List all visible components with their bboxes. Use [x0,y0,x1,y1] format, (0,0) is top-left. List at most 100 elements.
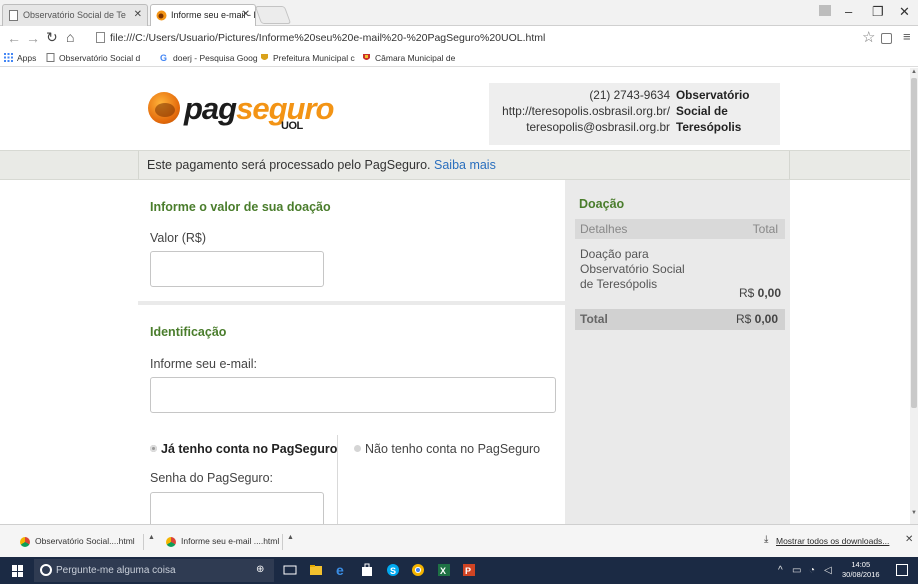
skype-icon[interactable]: S [386,563,400,577]
cortana-icon [40,564,52,576]
volume-icon[interactable]: ◁ [824,565,832,576]
pagseguro-favicon-icon [156,10,167,21]
address-bar: ← → ↻ ⌂ file:///C:/Users/Usuario/Picture… [0,26,918,50]
pagseguro-logo-icon [148,92,180,124]
total-label: Total [580,312,608,326]
microphone-icon[interactable]: ⊕ [256,564,264,575]
total-value: R$ 0,00 [735,312,778,326]
windows-start-icon[interactable] [12,565,24,577]
value-input[interactable] [150,251,324,287]
notice-band: Este pagamento será processado pelo PagS… [0,150,910,180]
notice-text: Este pagamento será processado pelo PagS… [147,158,496,172]
tab-observatorio[interactable]: Observatório Social de Te ✕ [2,4,148,26]
value-label: Valor (R$) [150,231,207,245]
windows-taskbar: Pergunte-me alguma coisa ⊕ e S X P ^ ▭ ◔… [0,557,918,584]
radio-divider [337,435,338,524]
svg-text:G: G [160,53,167,62]
merchant-info: (21) 2743-9634 http://teresopolis.osbras… [489,83,780,145]
chrome-icon [166,537,176,547]
saiba-mais-link[interactable]: Saiba mais [434,158,496,172]
radio-have-account[interactable]: Já tenho conta no PagSeguro [150,442,337,456]
download-icon: ⤓ [764,534,769,545]
identification-title: Identificação [150,325,227,339]
bookmark-doerj[interactable]: Gdoerj - Pesquisa Goog [160,53,258,63]
apps-grid-icon [4,53,13,62]
close-shelf-icon[interactable]: ✕ [905,534,913,545]
svg-text:S: S [390,566,396,576]
scroll-thumb[interactable] [911,78,917,408]
pagseguro-logo[interactable]: pagseguro UOL [148,86,334,132]
close-tab-icon[interactable]: ✕ [134,9,142,20]
donation-value-panel: Informe o valor de sua doação Valor (R$) [138,180,565,301]
new-tab-button[interactable] [254,6,292,24]
tab-strip: Observatório Social de Te ✕ Informe seu … [0,0,918,26]
bookmark-observatorio[interactable]: Observatório Social d [46,53,140,63]
download-options-icon[interactable]: ▲ [282,534,294,550]
checkout-content: Informe o valor de sua doação Valor (R$)… [138,180,790,524]
back-arrow-icon[interactable]: ← [7,30,21,46]
restore-icon[interactable]: ❐ [872,4,884,20]
merchant-site: http://teresopolis.osbrasil.org.br/ [502,104,670,118]
download-item[interactable]: Observatório Social....html [14,532,135,552]
store-icon[interactable] [360,563,374,577]
forward-arrow-icon[interactable]: → [26,30,40,46]
notification-icon[interactable] [896,564,908,576]
close-window-icon[interactable]: ✕ [899,4,910,20]
summary-item-price: R$ 0,00 [738,286,781,300]
home-icon[interactable]: ⌂ [66,29,74,45]
tab-pagseguro[interactable]: Informe seu e-mail - PagS ✕ [150,4,256,26]
radio-no-account[interactable]: Não tenho conta no PagSeguro [354,442,540,456]
email-input[interactable] [150,377,556,413]
email-label: Informe seu e-mail: [150,357,257,371]
edge-browser-icon[interactable]: e [335,563,349,577]
extension-icon[interactable] [881,33,892,44]
close-tab-icon[interactable]: ✕ [242,9,250,20]
summary-header-row: Detalhes Total [575,219,785,239]
download-item[interactable]: Informe seu e-mail ....html [160,532,279,552]
password-label: Senha do PagSeguro: [150,471,274,485]
profile-icon[interactable] [819,5,831,16]
download-options-icon[interactable]: ▲ [143,534,155,550]
bookmark-prefeitura[interactable]: Prefeitura Municipal c [260,53,355,63]
battery-icon[interactable]: ▭ [792,565,801,576]
merchant-phone: (21) 2743-9634 [589,88,670,102]
bookmark-apps[interactable]: Apps [4,53,36,63]
url-field[interactable]: file:///C:/Users/Usuario/Pictures/Inform… [110,32,545,44]
chrome-icon [20,537,30,547]
radio-unselected-icon[interactable] [354,445,361,452]
google-icon: G [160,53,167,62]
excel-icon[interactable]: X [437,563,451,577]
form-column: Informe o valor de sua doação Valor (R$)… [138,180,565,524]
reload-icon[interactable]: ↻ [46,29,58,46]
donation-value-title: Informe o valor de sua doação [150,200,331,214]
bookmarks-bar: Apps Observatório Social d Gdoerj - Pesq… [0,50,918,67]
page-scrollbar[interactable]: ▲ ▼ [910,68,918,524]
show-all-downloads-link[interactable]: Mostrar todos os downloads... [776,536,889,546]
menu-icon[interactable]: ≡ [903,29,911,44]
summary-total-row: Total R$ 0,00 [575,309,785,330]
logo-wordmark: pagseguro [184,91,334,126]
tray-chevron-icon[interactable]: ^ [778,565,783,576]
merchant-email: teresopolis@osbrasil.org.br [526,120,670,134]
minimize-icon[interactable]: – [845,4,852,19]
password-input[interactable] [150,492,324,524]
cortana-search-box[interactable]: Pergunte-me alguma coisa ⊕ [34,559,274,582]
scroll-up-icon[interactable]: ▲ [911,69,917,75]
crest-icon [261,54,268,60]
radio-selected-icon[interactable] [150,445,157,452]
wifi-icon[interactable]: ◔ [809,565,815,576]
donation-summary: Doação Detalhes Total Doação para Observ… [567,180,790,524]
bookmark-star-icon[interactable]: ☆ [862,28,875,46]
powerpoint-icon[interactable]: P [462,563,476,577]
clock-date: 30/08/2016 [842,570,880,579]
system-clock[interactable]: 14:05 30/08/2016 [842,560,880,580]
bookmark-camara[interactable]: Câmara Municipal de [362,53,455,63]
chrome-icon[interactable] [411,563,425,577]
search-placeholder: Pergunte-me alguma coisa [56,565,176,576]
merchant-contact: (21) 2743-9634 http://teresopolis.osbras… [502,87,670,135]
scroll-down-icon[interactable]: ▼ [911,510,917,516]
download-shelf: Observatório Social....html ▲ Informe se… [0,524,918,557]
task-view-icon[interactable] [283,563,297,577]
identification-panel: Identificação Informe seu e-mail: Já ten… [138,305,565,524]
file-explorer-icon[interactable] [309,563,323,577]
